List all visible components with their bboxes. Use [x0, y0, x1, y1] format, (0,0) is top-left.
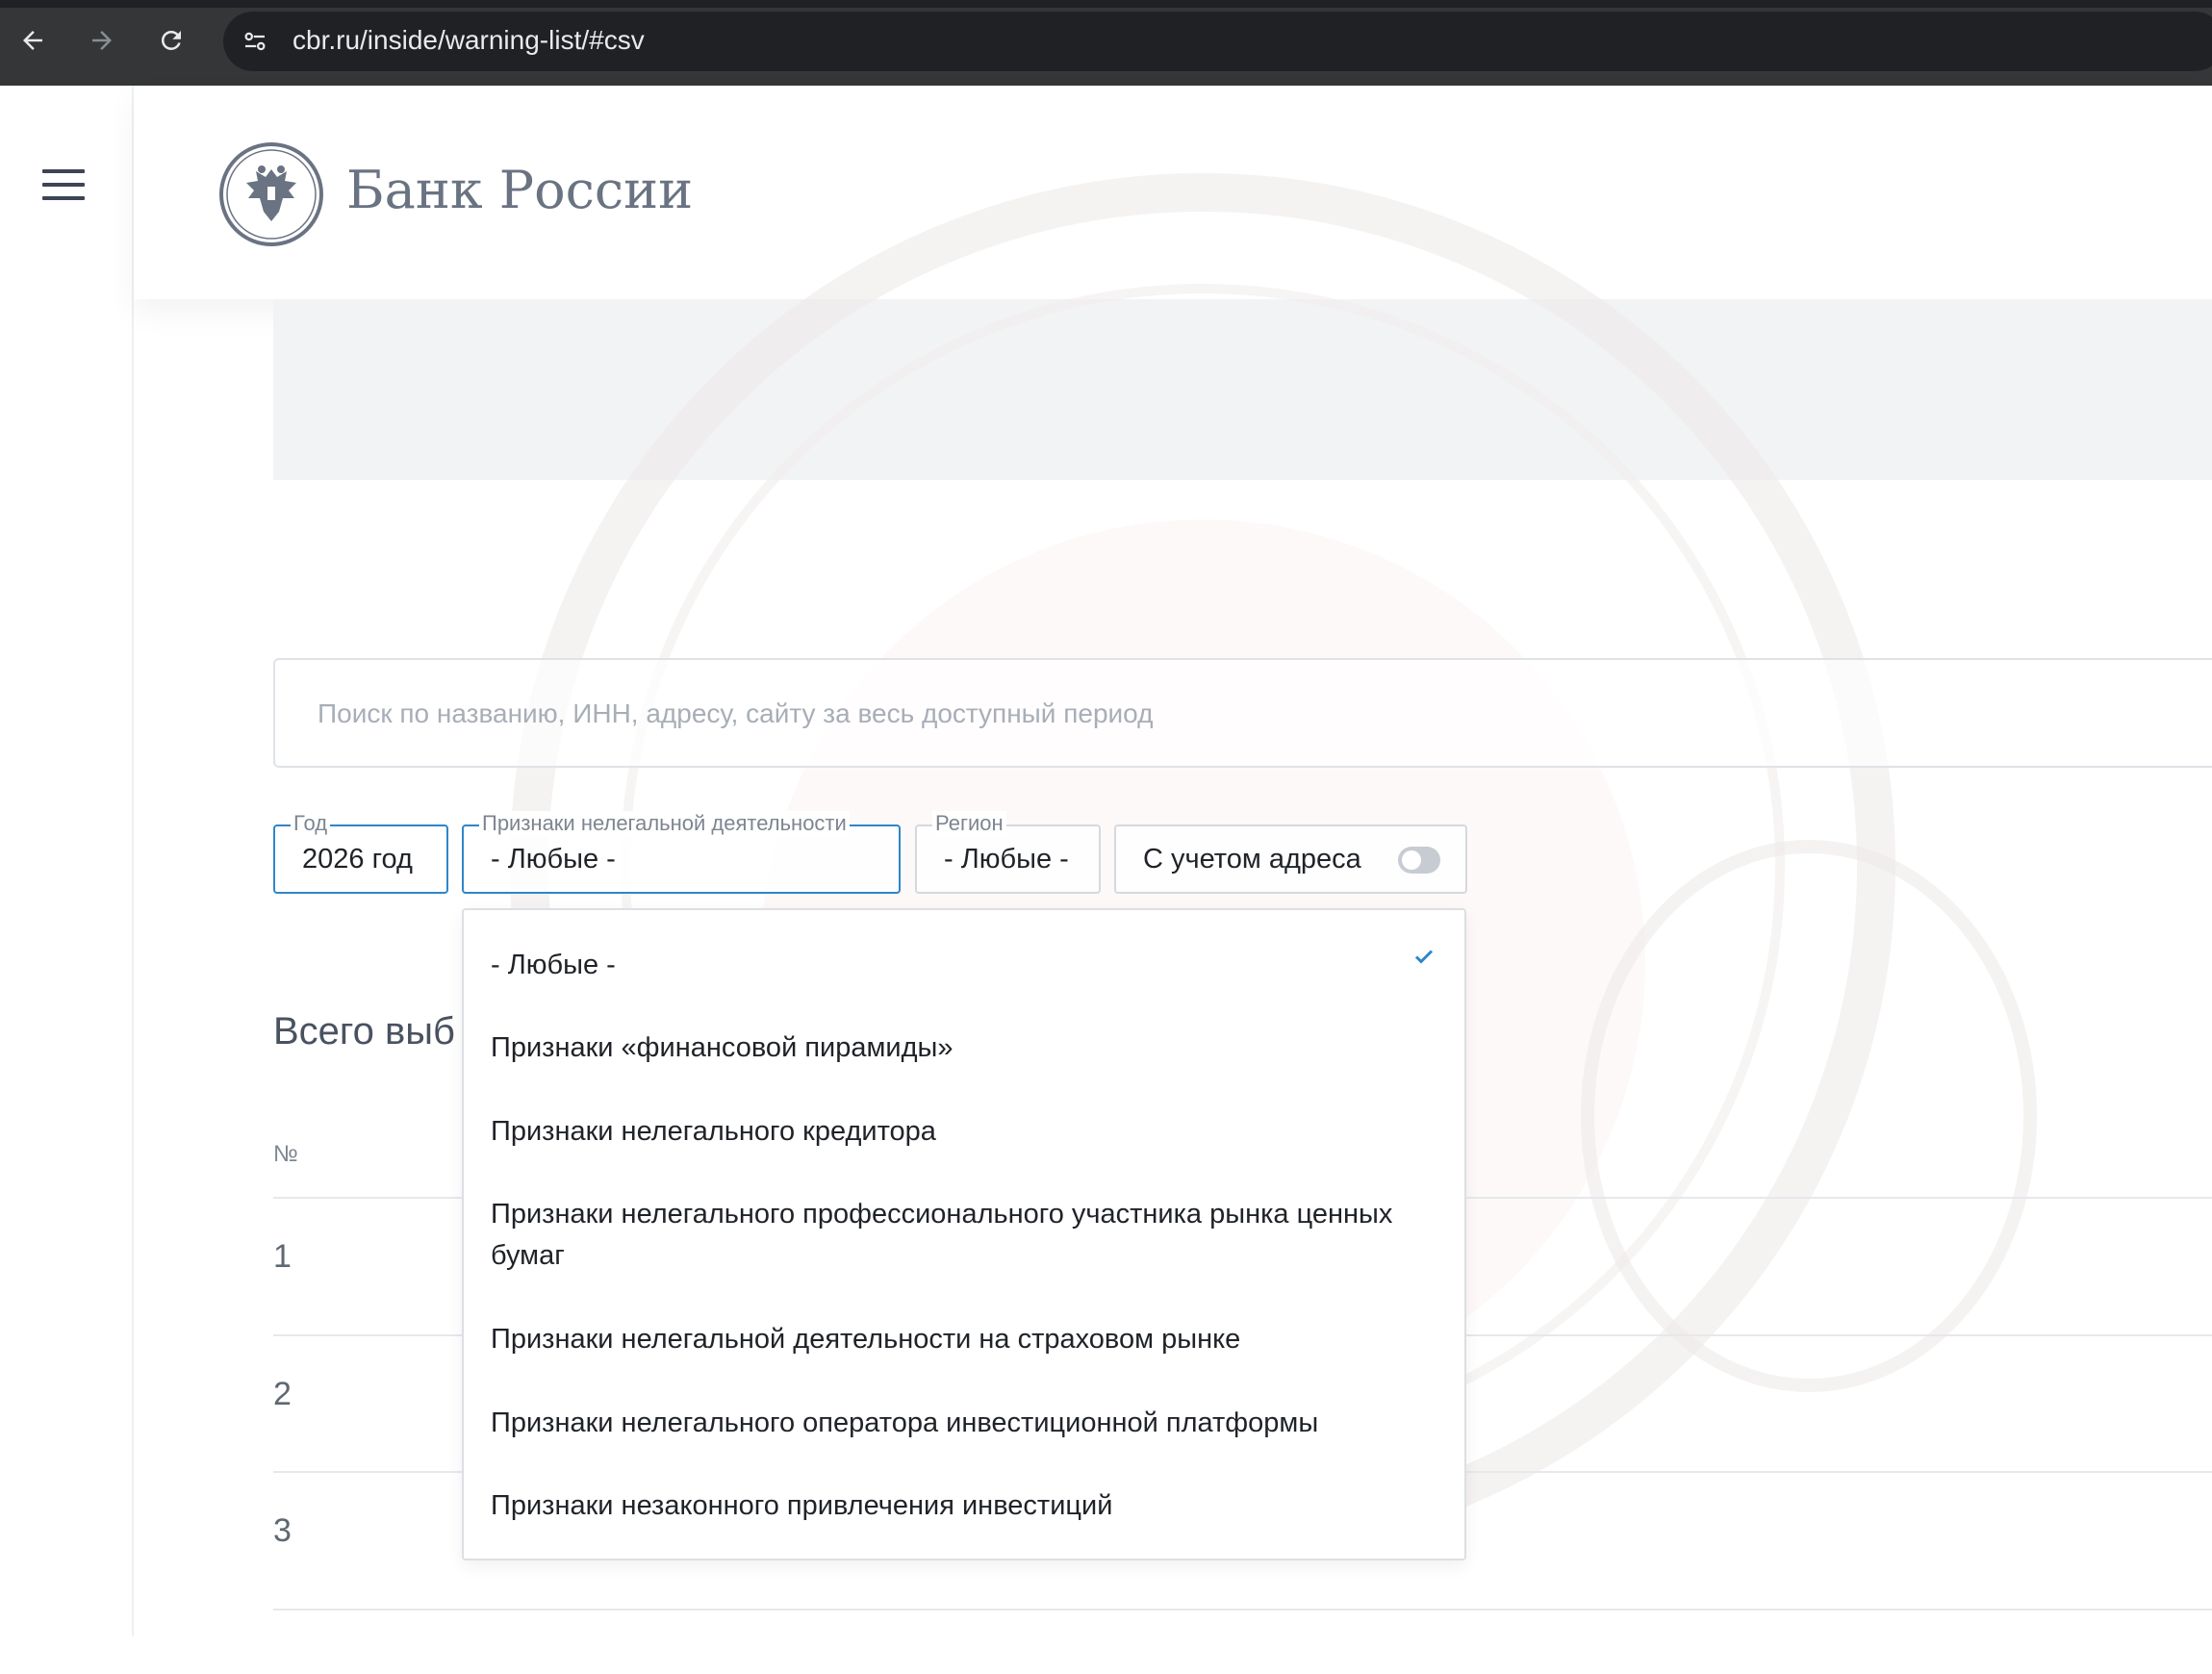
dropdown-option-insurance[interactable]: Признаки нелегальной деятельности на стр… — [491, 1319, 1414, 1360]
address-filter[interactable]: С учетом адреса — [1114, 824, 1467, 894]
banner-placeholder — [273, 299, 2212, 480]
year-select[interactable]: Год 2026 год — [273, 811, 448, 894]
activity-legend: Признаки нелегальной деятельности — [479, 811, 850, 836]
search-placeholder: Поиск по названию, ИНН, адресу, сайту за… — [318, 698, 1154, 728]
dropdown-option-investment-platform[interactable]: Признаки нелегального оператора инвестиц… — [491, 1403, 1414, 1444]
column-header-number: № — [273, 1141, 298, 1167]
dropdown-option-creditor[interactable]: Признаки нелегального кредитора — [491, 1111, 1414, 1153]
activity-value: - Любые - — [491, 844, 616, 875]
browser-toolbar: cbr.ru/inside/warning-list/#csv — [0, 0, 2212, 86]
activity-dropdown-menu: - Любые - Признаки «финансовой пирамиды»… — [462, 908, 1466, 1560]
checkmark-icon — [1414, 950, 1434, 964]
dropdown-option-securities[interactable]: Признаки нелегального профессионального … — [491, 1194, 1414, 1277]
left-sidebar — [0, 86, 134, 1636]
address-label: С учетом адреса — [1143, 844, 1361, 875]
logo-text[interactable]: Банк России — [346, 160, 693, 220]
arrow-right-icon — [92, 31, 112, 50]
url-text[interactable]: cbr.ru/inside/warning-list/#csv — [292, 25, 645, 56]
dropdown-option-pyramid[interactable]: Признаки «финансовой пирамиды» — [491, 1027, 1414, 1069]
activity-select[interactable]: Признаки нелегальной деятельности - Любы… — [462, 811, 901, 894]
site-settings-icon[interactable] — [241, 27, 269, 56]
arrow-left-icon — [23, 31, 42, 50]
region-value: - Любые - — [944, 844, 1069, 875]
reload-button[interactable] — [148, 17, 194, 63]
region-select[interactable]: Регион - Любые - — [915, 811, 1101, 894]
dropdown-option-any[interactable]: - Любые - — [491, 945, 1414, 986]
browser-tabstrip — [0, 0, 2212, 8]
back-button[interactable] — [10, 17, 56, 63]
table-row-number: 2 — [273, 1376, 292, 1412]
year-legend: Год — [291, 811, 331, 836]
address-toggle[interactable] — [1398, 847, 1440, 874]
menu-icon[interactable] — [42, 169, 85, 200]
forward-button[interactable] — [79, 17, 125, 63]
search-input[interactable]: Поиск по названию, ИНН, адресу, сайту за… — [273, 658, 2212, 768]
dropdown-option-investments[interactable]: Признаки незаконного привлечения инвести… — [491, 1485, 1414, 1527]
reload-icon — [161, 30, 181, 50]
address-bar[interactable]: cbr.ru/inside/warning-list/#csv — [223, 12, 2212, 71]
table-row-number: 1 — [273, 1238, 292, 1275]
table-row-number: 3 — [273, 1512, 292, 1549]
total-count: Всего выб — [273, 1010, 455, 1053]
eagle-emblem-icon[interactable] — [217, 140, 325, 248]
table-divider — [273, 1609, 2212, 1611]
year-value: 2026 год — [302, 844, 413, 875]
region-legend: Регион — [932, 811, 1006, 836]
